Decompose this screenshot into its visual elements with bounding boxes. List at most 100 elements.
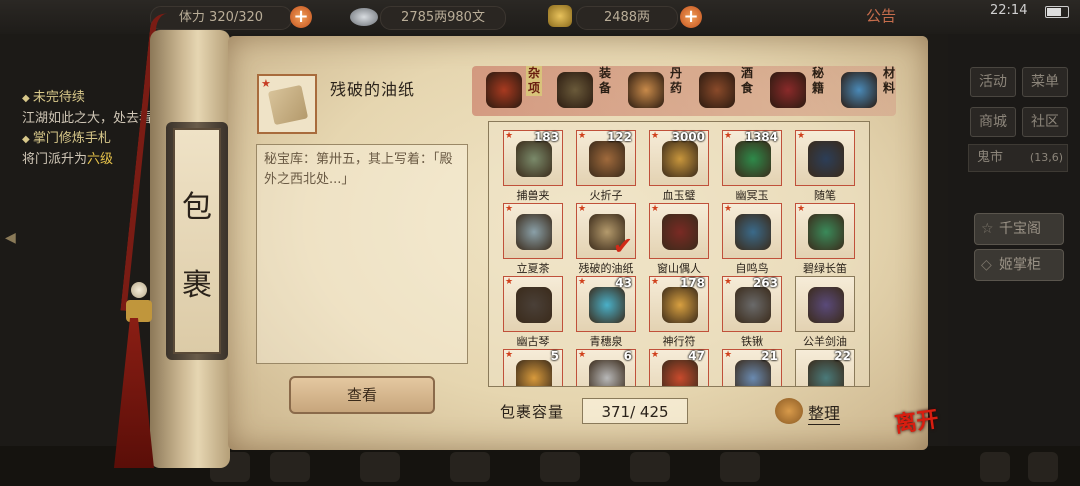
clock: 22:14 <box>990 3 1028 18</box>
tab-book[interactable]: 秘籍 <box>764 64 834 116</box>
rank-star-icon: ★ <box>724 350 733 360</box>
shovel-icon <box>735 287 771 323</box>
item-count: 43 <box>615 276 632 290</box>
rank-star-icon: ★ <box>724 131 733 141</box>
item-count: 6 <box>623 349 632 363</box>
item-name: 血玉璧 <box>662 189 696 202</box>
item-count: 178 <box>679 276 705 290</box>
item-name: 自鸣鸟 <box>735 262 769 275</box>
treasure-pavilion-label: 千宝阁 <box>999 221 1041 237</box>
inventory-slot[interactable]: ★ <box>503 276 563 332</box>
tab-pill[interactable]: 丹药 <box>622 64 692 116</box>
menu-button[interactable]: 菜单 <box>1022 67 1068 97</box>
inventory-grid[interactable]: ★ 183 捕兽夹 ★ 122 火折子 ★ 3000 血玉璧 ★ 1384 幽冥玉 ★ 随笔 ★ 立夏茶 ★ ✔ 残… <box>488 121 870 387</box>
bottom-nav-item[interactable] <box>720 452 760 482</box>
bottom-nav-item[interactable] <box>980 452 1010 482</box>
inventory-slot[interactable]: ★ 43 <box>576 276 636 332</box>
item-name: 捕兽夹 <box>516 189 550 202</box>
silver-icon <box>350 8 378 26</box>
rank-star-icon: ★ <box>578 350 587 360</box>
collapse-arrow-icon[interactable]: ◀ <box>5 230 21 252</box>
inventory-slot[interactable]: ★ <box>795 203 855 259</box>
capacity-value: 371/ 425 <box>582 398 688 424</box>
tassel <box>114 318 154 468</box>
inventory-slot[interactable]: ★ 47 <box>649 349 709 386</box>
zither-icon <box>516 287 552 323</box>
rank-star-icon: ★ <box>578 277 587 287</box>
rank-star-icon: ★ <box>651 277 660 287</box>
tab-label: 杂项 <box>526 66 542 96</box>
inventory-slot[interactable]: ★ 21 <box>722 349 782 386</box>
item-name: 火折子 <box>589 189 623 202</box>
oil-paper-icon <box>267 84 309 126</box>
treasure-pavilion-button[interactable]: ☆ 千宝阁 <box>974 213 1064 245</box>
stamina-plus-button[interactable]: + <box>290 6 312 28</box>
rank-star-icon: ★ <box>261 77 271 90</box>
food-icon <box>699 72 735 108</box>
view-button[interactable]: 查看 <box>289 376 435 414</box>
item-name: 青穗泉 <box>589 335 623 348</box>
weapon-icon <box>557 72 593 108</box>
gold-plus-button[interactable]: + <box>680 6 702 28</box>
rank-star-icon: ★ <box>578 204 587 214</box>
leave-button[interactable]: 离开 <box>891 401 942 447</box>
inventory-slot[interactable]: ★ 3000 <box>649 130 709 186</box>
inventory-slot[interactable]: ★ 122 <box>576 130 636 186</box>
inventory-slot[interactable]: ★ <box>649 203 709 259</box>
rank-star-icon: ★ <box>505 277 514 287</box>
gold-display: 2488两 <box>576 6 678 30</box>
gold-icon <box>548 5 572 27</box>
rank-star-icon: ★ <box>797 204 806 214</box>
inventory-slot[interactable]: ★ 183 <box>503 130 563 186</box>
bird-icon <box>735 214 771 250</box>
tab-food[interactable]: 酒食 <box>693 64 763 116</box>
trap-icon <box>516 141 552 177</box>
bottom-nav-item[interactable] <box>1028 452 1058 482</box>
mall-button[interactable]: 商城 <box>970 107 1016 137</box>
rank-star-icon: ★ <box>651 131 660 141</box>
sort-button[interactable]: 整理 <box>808 400 841 425</box>
urn-icon <box>808 360 844 386</box>
tab-pot[interactable]: 杂项 <box>480 64 550 116</box>
tab-crystal[interactable]: 材料 <box>835 64 905 116</box>
inventory-slot[interactable]: 22 <box>795 349 855 386</box>
selected-item-name: 残破的油纸 <box>330 80 416 99</box>
bottom-nav-item[interactable] <box>540 452 580 482</box>
star-icon: ☆ <box>981 221 994 237</box>
inventory-slot[interactable]: ★ 6 <box>576 349 636 386</box>
inventory-slot[interactable]: ★ <box>503 203 563 259</box>
bottle-icon <box>516 360 552 386</box>
inventory-slot[interactable]: ★ 263 <box>722 276 782 332</box>
activity-button[interactable]: 活动 <box>970 67 1016 97</box>
item-name: 碧绿长笛 <box>803 262 847 275</box>
bottom-nav-item[interactable] <box>360 452 400 482</box>
ghost-market-row[interactable]: 鬼市 (13,6) <box>968 144 1068 172</box>
community-button[interactable]: 社区 <box>1022 107 1068 137</box>
bottom-nav-item[interactable] <box>630 452 670 482</box>
item-name: 铁锹 <box>741 335 763 348</box>
stamina-display: 体力 320/320 <box>150 6 292 30</box>
puppet-icon <box>662 214 698 250</box>
inventory-slot[interactable]: ★ 5 <box>503 349 563 386</box>
inventory-slot[interactable]: ★ 1384 <box>722 130 782 186</box>
tab-label: 装备 <box>598 66 611 95</box>
inventory-slot[interactable]: ★ 178 <box>649 276 709 332</box>
rank-star-icon: ★ <box>578 131 587 141</box>
jar-icon <box>808 287 844 323</box>
rank-star-icon: ★ <box>651 204 660 214</box>
vial-icon <box>735 360 771 386</box>
inventory-slot[interactable]: ★ <box>722 203 782 259</box>
inventory-slot[interactable] <box>795 276 855 332</box>
tab-weapon[interactable]: 装备 <box>551 64 621 116</box>
book-icon <box>770 72 806 108</box>
silver-value: 2785两980文 <box>401 10 485 25</box>
shopkeeper-button[interactable]: ◇ 姬掌柜 <box>974 249 1064 281</box>
pouch-icon[interactable] <box>775 398 803 424</box>
ghost-market-coords: (13,6) <box>1029 151 1063 164</box>
notice-button[interactable]: 公告 <box>866 5 896 26</box>
bottom-nav-item[interactable] <box>450 452 490 482</box>
inventory-slot[interactable]: ★ <box>795 130 855 186</box>
inventory-slot[interactable]: ★ ✔ <box>576 203 636 260</box>
bottom-nav-item[interactable] <box>270 452 310 482</box>
rank-star-icon: ★ <box>797 131 806 141</box>
